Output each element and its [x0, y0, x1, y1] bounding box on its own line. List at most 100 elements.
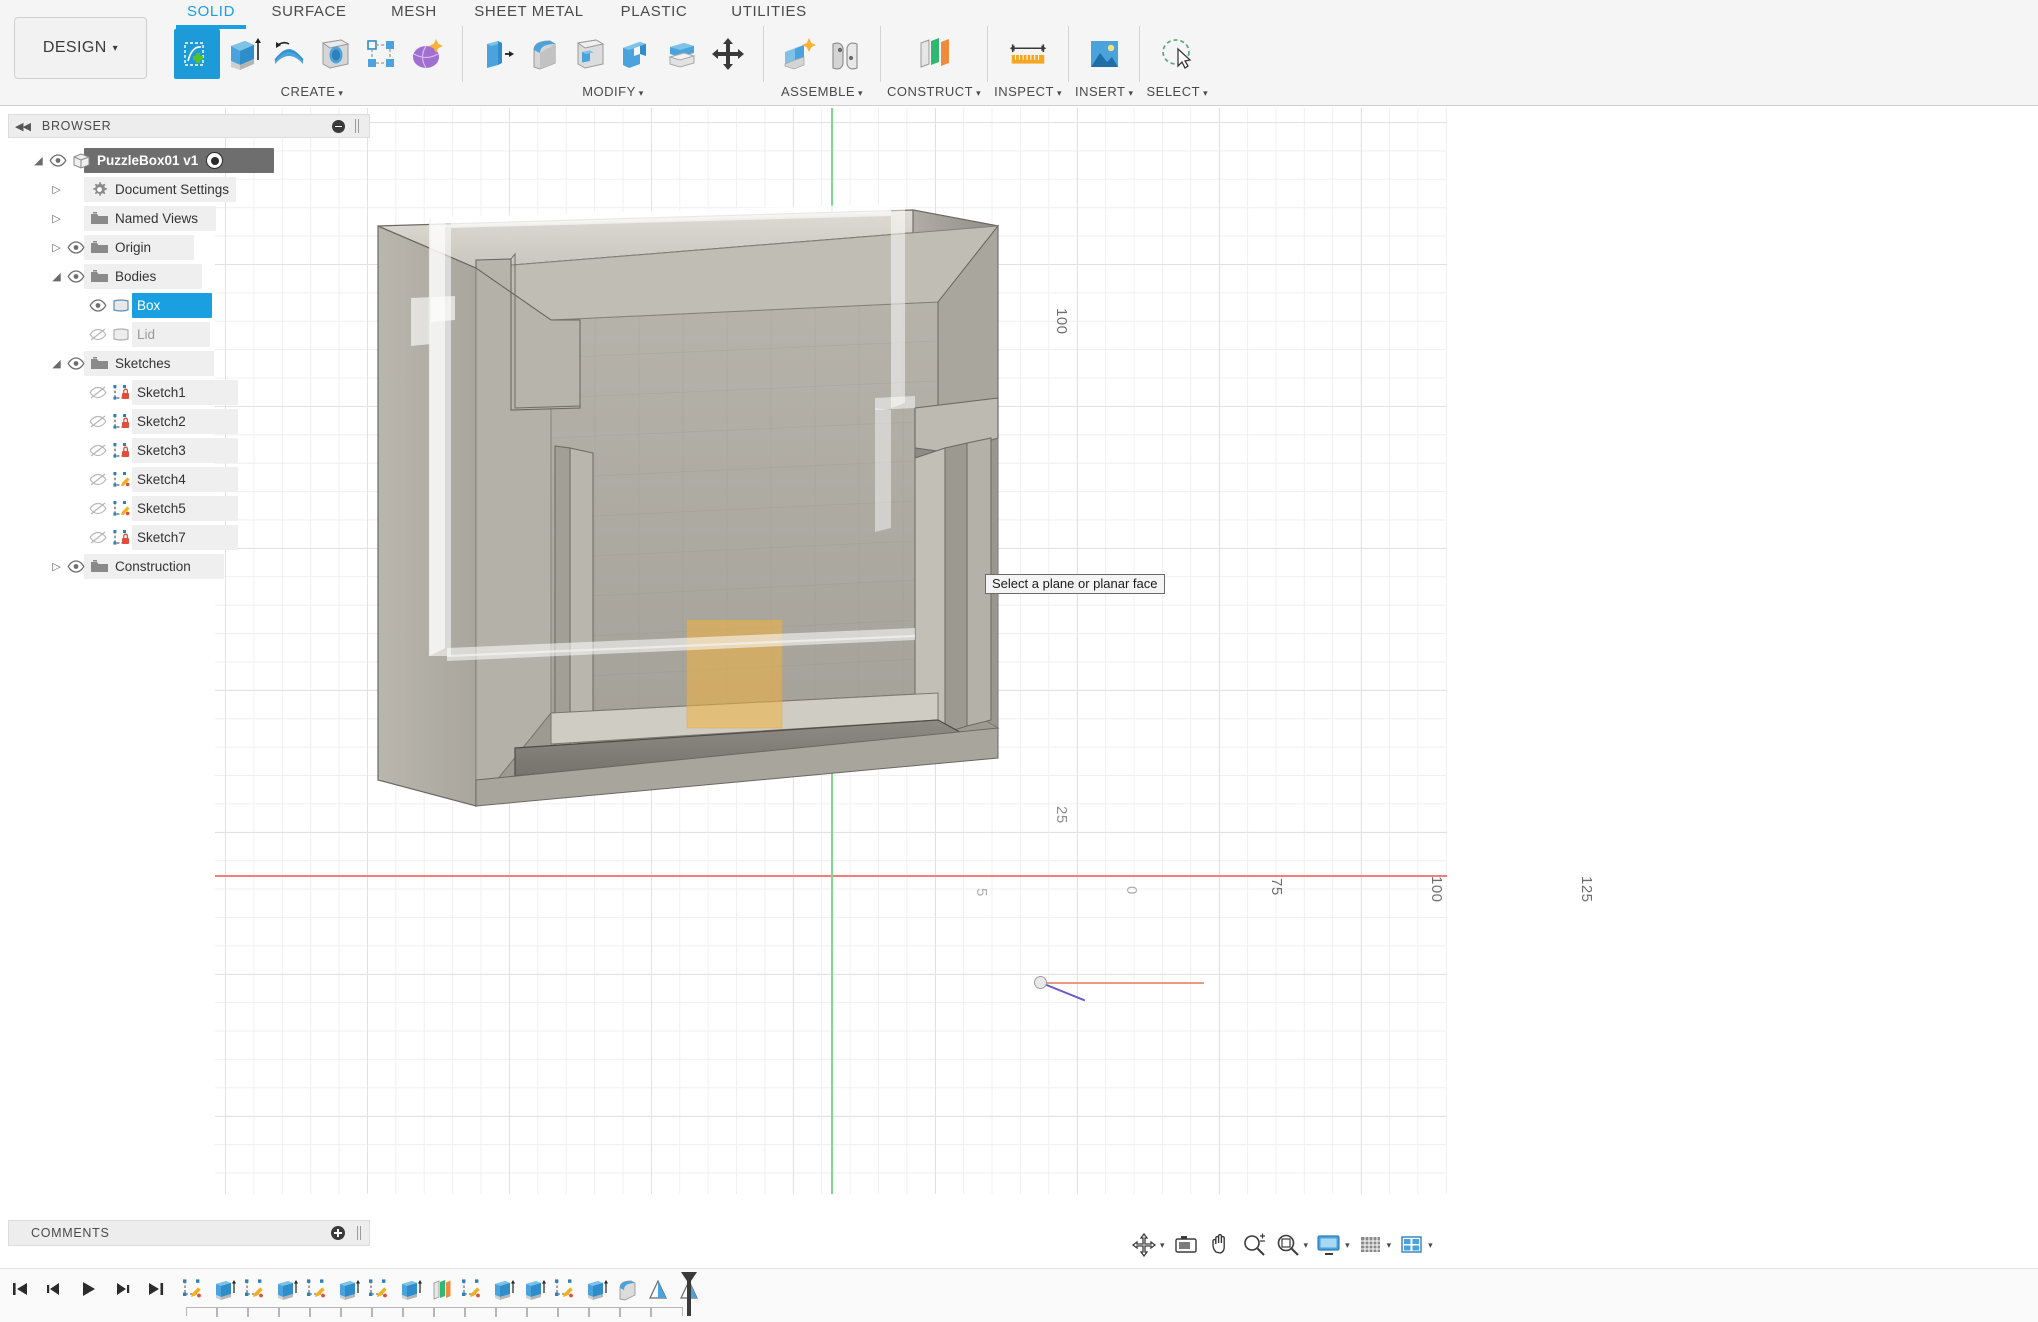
timeline-extrude-7[interactable]	[581, 1273, 612, 1307]
orbit-button[interactable]: ▾	[1128, 1232, 1168, 1258]
visibility-eye-hidden-icon[interactable]	[87, 415, 109, 428]
chevron-down-icon[interactable]: ▾	[1428, 1240, 1433, 1251]
tree-item-puzzlebox01[interactable]: ◢ PuzzleBox01 v1	[8, 146, 370, 175]
create-sketch-button[interactable]	[174, 29, 220, 79]
tree-item-box[interactable]: Box	[8, 291, 370, 320]
grid-snaps-button[interactable]: ▾	[1355, 1232, 1395, 1258]
select-button[interactable]	[1154, 29, 1200, 79]
collapse-browser-icon[interactable]: ◀◀	[15, 120, 31, 133]
tab-surface[interactable]: SURFACE	[254, 3, 364, 25]
visibility-eye-icon[interactable]	[65, 270, 87, 283]
shell-button[interactable]	[567, 29, 613, 79]
tab-sheet-metal[interactable]: SHEET METAL	[464, 3, 594, 25]
revolve-button[interactable]	[266, 29, 312, 79]
tree-item-named-views[interactable]: ▷ Named Views	[8, 204, 370, 233]
tab-solid[interactable]: SOLID	[168, 3, 254, 25]
fit-button[interactable]: ▾	[1272, 1232, 1312, 1258]
expand-arrow-icon[interactable]: ◢	[48, 270, 65, 283]
chevron-down-icon[interactable]: ▾	[1160, 1240, 1165, 1251]
add-comment-icon[interactable]	[331, 1226, 345, 1240]
timeline-sketch-5[interactable]	[457, 1273, 488, 1307]
play-button[interactable]	[78, 1279, 98, 1304]
hole-button[interactable]	[312, 29, 358, 79]
tree-item-lid[interactable]: Lid	[8, 320, 370, 349]
chevron-down-icon[interactable]: ▾	[1345, 1240, 1350, 1251]
tree-item-origin[interactable]: ▷ Origin	[8, 233, 370, 262]
zoom-button[interactable]	[1238, 1232, 1270, 1258]
tree-item-sketch3[interactable]: Sketch3	[8, 436, 370, 465]
tree-item-sketch4[interactable]: Sketch4	[8, 465, 370, 494]
timeline-end-marker[interactable]	[678, 1270, 700, 1322]
joint-button[interactable]	[822, 29, 868, 79]
tree-item-sketch2[interactable]: Sketch2	[8, 407, 370, 436]
timeline-sketch-4[interactable]	[364, 1273, 395, 1307]
expand-arrow-icon[interactable]: ▷	[48, 183, 65, 196]
go-to-end-button[interactable]	[146, 1279, 166, 1304]
browser-minimize-icon[interactable]	[332, 119, 345, 133]
timeline-extrude-3[interactable]	[333, 1273, 364, 1307]
combine-button[interactable]	[613, 29, 659, 79]
expand-arrow-icon[interactable]: ▷	[48, 241, 65, 254]
chevron-down-icon[interactable]: ▾	[1387, 1240, 1392, 1251]
step-forward-button[interactable]	[112, 1279, 132, 1304]
insert-canvas-button[interactable]	[1081, 29, 1127, 79]
tab-utilities[interactable]: UTILITIES	[714, 3, 824, 25]
tree-item-construction[interactable]: ▷ Construction	[8, 552, 370, 581]
timeline-sketch-1[interactable]	[178, 1273, 209, 1307]
model-box-body[interactable]	[215, 108, 1447, 1194]
comments-resize-handle[interactable]	[357, 1226, 361, 1240]
visibility-eye-hidden-icon[interactable]	[87, 386, 109, 399]
expand-arrow-icon[interactable]: ◢	[30, 154, 47, 167]
assemble-group-label[interactable]: ASSEMBLE ▾	[781, 84, 863, 99]
timeline-sketch-6[interactable]	[550, 1273, 581, 1307]
visibility-eye-icon[interactable]	[65, 357, 87, 370]
timeline-extrude-1[interactable]	[209, 1273, 240, 1307]
pan-button[interactable]	[1204, 1232, 1236, 1258]
move-copy-button[interactable]	[705, 29, 751, 79]
offset-plane-button[interactable]	[911, 29, 957, 79]
tree-item-sketches[interactable]: ◢ Sketches	[8, 349, 370, 378]
extrude-button[interactable]	[220, 29, 266, 79]
visibility-eye-hidden-icon[interactable]	[87, 473, 109, 486]
step-back-button[interactable]	[44, 1279, 64, 1304]
timeline-sketch-2[interactable]	[240, 1273, 271, 1307]
timeline-construct-plane[interactable]	[426, 1273, 457, 1307]
rectangular-pattern-button[interactable]	[358, 29, 404, 79]
create-group-label[interactable]: CREATE ▾	[281, 84, 344, 99]
create-form-button[interactable]	[404, 29, 450, 79]
tree-item-sketch1[interactable]: Sketch1	[8, 378, 370, 407]
visibility-eye-icon[interactable]	[87, 299, 109, 312]
timeline-sketch-3[interactable]	[302, 1273, 333, 1307]
timeline-extrude-6[interactable]	[519, 1273, 550, 1307]
inspect-group-label[interactable]: INSPECT ▾	[994, 84, 1062, 99]
tree-item-sketch5[interactable]: Sketch5	[8, 494, 370, 523]
tree-item-bodies[interactable]: ◢ Bodies	[8, 262, 370, 291]
browser-resize-handle[interactable]	[355, 119, 359, 133]
press-pull-button[interactable]	[475, 29, 521, 79]
chevron-down-icon[interactable]: ▾	[1304, 1240, 1309, 1251]
visibility-eye-hidden-icon[interactable]	[87, 328, 109, 341]
visibility-eye-hidden-icon[interactable]	[87, 444, 109, 457]
timeline-fillet[interactable]	[612, 1273, 643, 1307]
measure-button[interactable]	[1005, 29, 1051, 79]
visibility-eye-hidden-icon[interactable]	[87, 502, 109, 515]
select-group-label[interactable]: SELECT ▾	[1146, 84, 1208, 99]
display-settings-button[interactable]: ▾	[1313, 1232, 1353, 1258]
expand-arrow-icon[interactable]: ▷	[48, 212, 65, 225]
tab-mesh[interactable]: MESH	[364, 3, 464, 25]
3d-viewport[interactable]: 100 25 5 0 75 100 Select a plane or plan…	[215, 108, 1447, 1194]
timeline-extrude-5[interactable]	[488, 1273, 519, 1307]
split-face-button[interactable]	[659, 29, 705, 79]
modify-group-label[interactable]: MODIFY ▾	[582, 84, 644, 99]
fillet-button[interactable]	[521, 29, 567, 79]
visibility-eye-icon[interactable]	[65, 241, 87, 254]
timeline-extrude-2[interactable]	[271, 1273, 302, 1307]
look-at-button[interactable]	[1170, 1232, 1202, 1258]
new-component-button[interactable]	[776, 29, 822, 79]
construct-group-label[interactable]: CONSTRUCT ▾	[887, 84, 981, 99]
visibility-eye-icon[interactable]	[65, 560, 87, 573]
tab-plastic[interactable]: PLASTIC	[594, 3, 714, 25]
tree-item-document-settings[interactable]: ▷ Document Settings	[8, 175, 370, 204]
go-to-beginning-button[interactable]	[10, 1279, 30, 1304]
visibility-eye-hidden-icon[interactable]	[87, 531, 109, 544]
